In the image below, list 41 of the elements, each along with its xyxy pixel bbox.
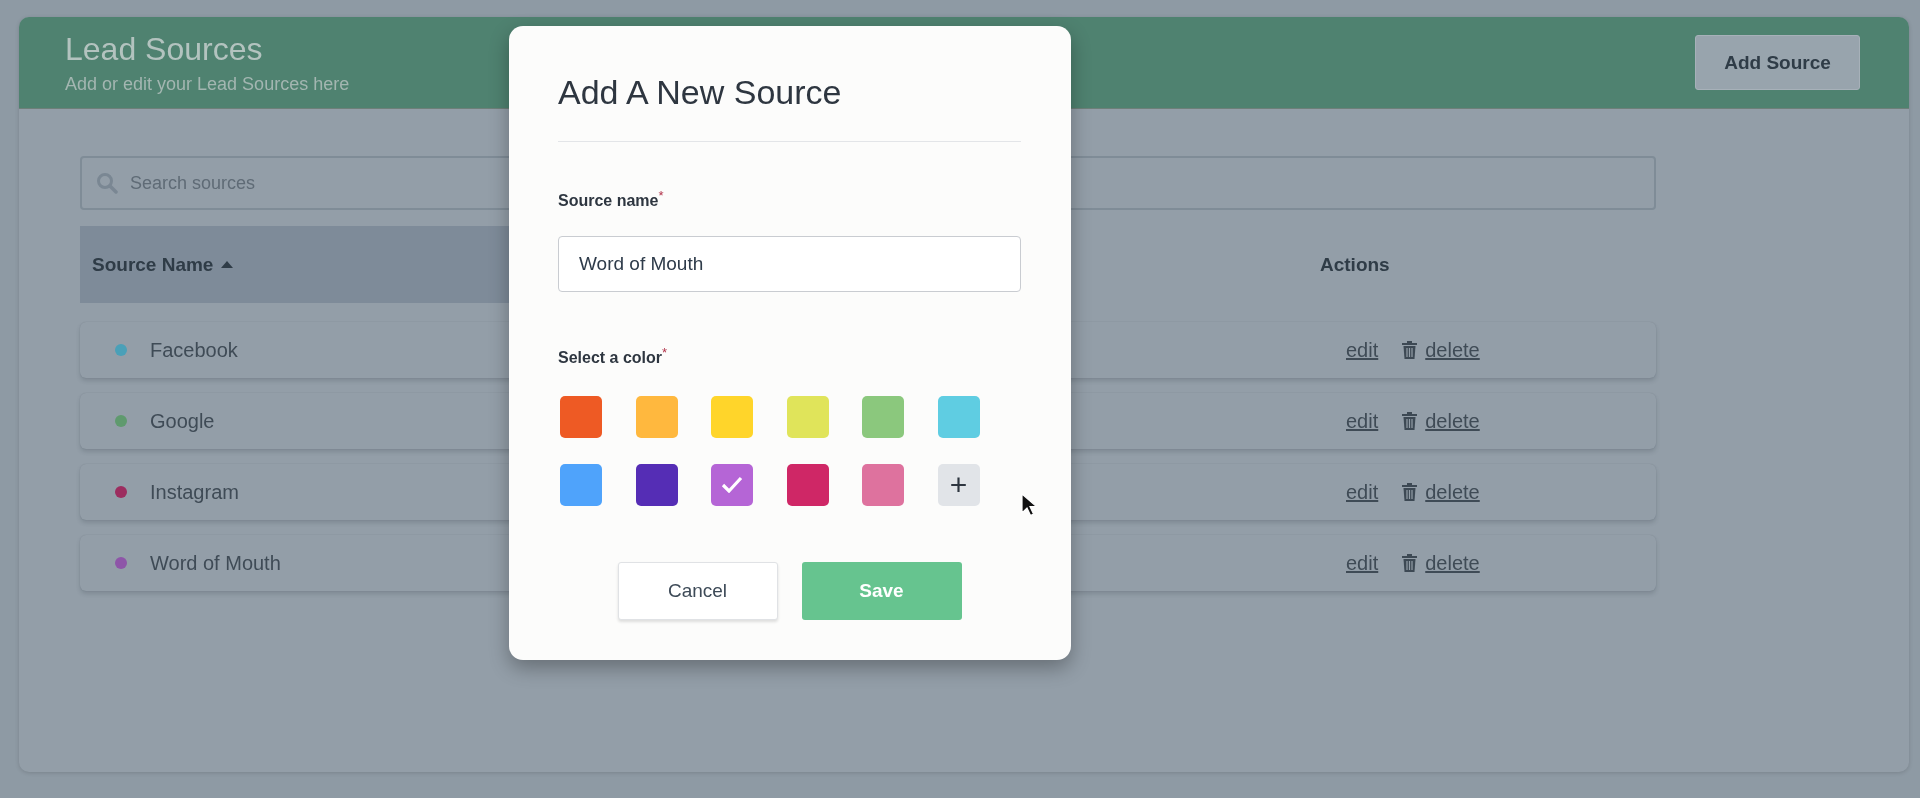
delete-link[interactable]: delete [1425, 551, 1480, 575]
check-icon [721, 476, 743, 494]
delete-link[interactable]: delete [1425, 338, 1480, 362]
color-swatch[interactable] [937, 395, 980, 438]
color-swatch[interactable] [560, 463, 602, 506]
trash-icon [1402, 341, 1418, 359]
color-swatch[interactable] [862, 395, 904, 438]
color-swatch[interactable] [786, 463, 829, 506]
save-button[interactable]: Save [801, 561, 962, 620]
delete-link[interactable]: delete [1425, 409, 1480, 433]
add-source-button[interactable]: Add Source [1695, 35, 1860, 90]
page-title: Lead Sources [65, 30, 264, 68]
add-color-button[interactable]: + [937, 463, 980, 506]
cancel-button[interactable]: Cancel [617, 561, 778, 620]
edit-link[interactable]: edit [1346, 338, 1379, 362]
color-swatch[interactable] [711, 395, 753, 438]
color-swatch[interactable] [862, 463, 904, 506]
color-swatch[interactable] [635, 463, 678, 506]
delete-link[interactable]: delete [1425, 480, 1480, 504]
source-name: Instagram [150, 480, 240, 504]
edit-link[interactable]: edit [1346, 480, 1379, 504]
sort-caret-icon [221, 261, 234, 268]
source-name: Facebook [150, 338, 239, 362]
edit-link[interactable]: edit [1346, 551, 1379, 575]
source-name: Google [150, 409, 216, 433]
dialog-title: Add A New Source [558, 72, 842, 112]
trash-icon [1402, 483, 1418, 501]
trash-icon [1402, 412, 1418, 430]
trash-icon [1402, 554, 1418, 572]
source-name-input[interactable]: Word of Mouth [558, 236, 1021, 293]
field-label: Select a color$^{*}$ [558, 344, 668, 369]
column-header[interactable]: Actions [1320, 226, 1390, 303]
mouse-pointer-icon [1021, 493, 1037, 517]
color-swatch[interactable] [786, 395, 829, 438]
source-name: Word of Mouth [150, 551, 282, 575]
edit-link[interactable]: edit [1346, 409, 1379, 433]
color-swatch[interactable] [635, 395, 678, 438]
color-swatch[interactable] [560, 395, 602, 438]
page-subtitle: Add or edit your Lead Sources here [65, 73, 350, 95]
color-swatch[interactable] [711, 463, 753, 506]
field-label: Source name$^{*}$ [558, 187, 664, 212]
